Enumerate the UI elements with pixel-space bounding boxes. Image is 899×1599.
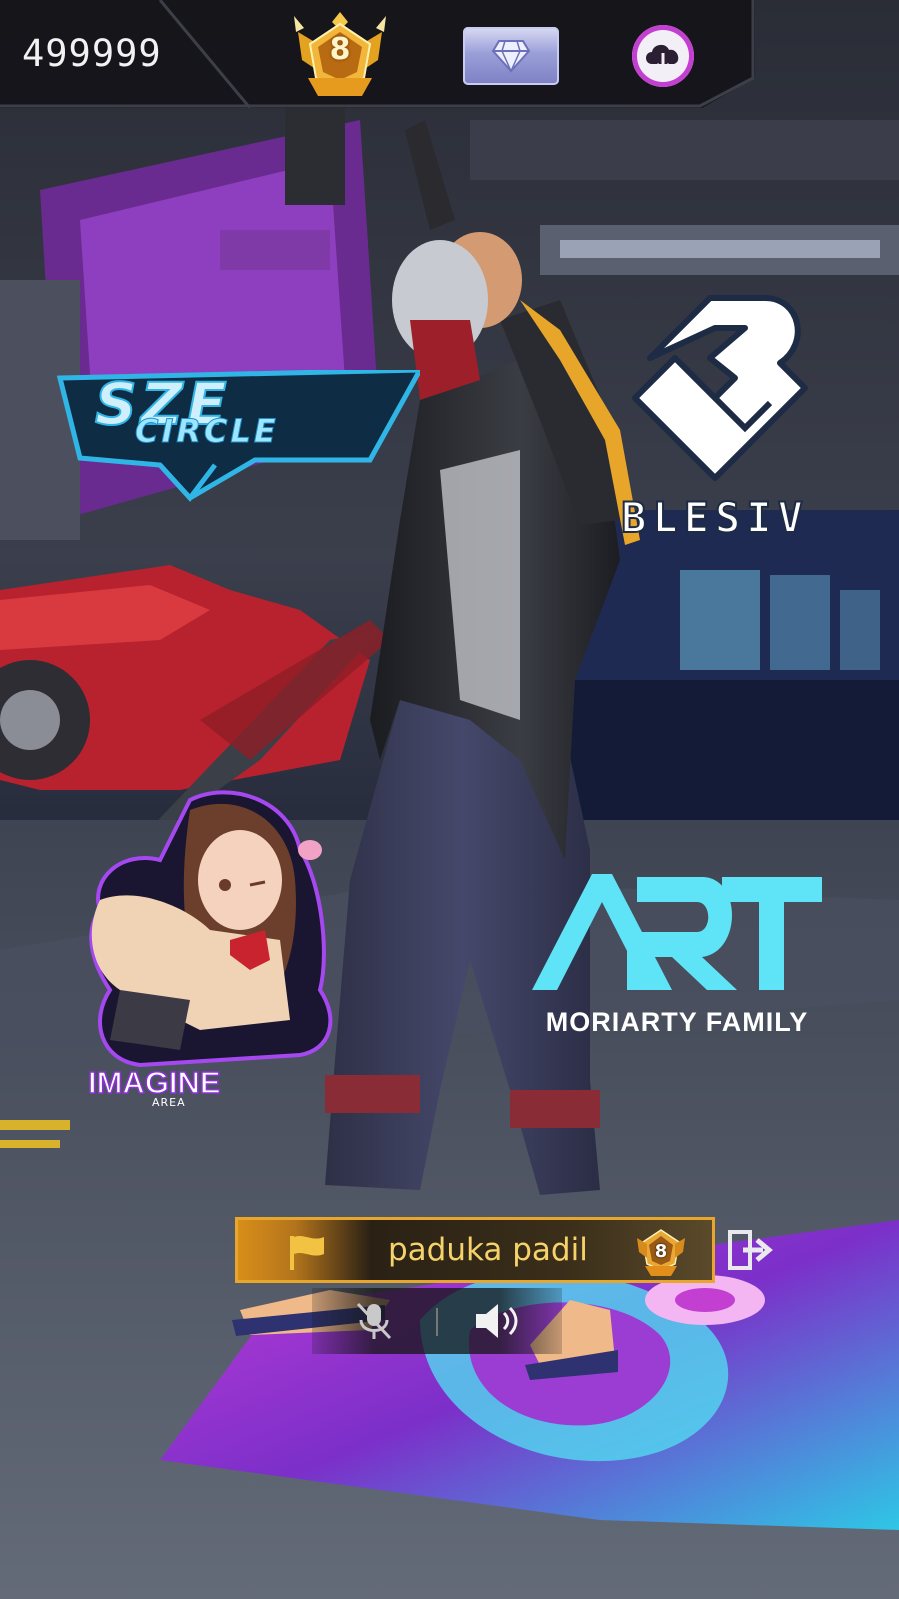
rank-badge[interactable]: 8: [290, 10, 390, 100]
cloud-download-icon: [646, 44, 679, 74]
flag-icon: [290, 1235, 324, 1270]
cloud-download-button[interactable]: [632, 25, 694, 87]
speaker-icon[interactable]: [474, 1300, 522, 1342]
art-emblem-icon: [532, 874, 822, 990]
imagine-subtitle-text: AREA: [152, 1096, 186, 1109]
diamond-shop-button[interactable]: [463, 27, 559, 85]
player-name-text: paduka padil: [388, 1232, 588, 1268]
art-moriarty-logo: MORIARTY FAMILY: [512, 872, 842, 1042]
rank-level-text: 8: [329, 32, 351, 67]
blesiv-emblem-icon: [632, 295, 808, 481]
blesiv-logo: BLESIV: [590, 288, 840, 558]
art-caption-text: MORIARTY FAMILY: [545, 1007, 809, 1037]
anime-girl-sticker-icon: [89, 790, 333, 1068]
player-rank-badge: 8: [633, 1224, 689, 1278]
exit-icon[interactable]: [727, 1228, 773, 1272]
diamond-icon: [491, 40, 531, 73]
player-nameplate[interactable]: paduka padil 8: [235, 1217, 715, 1283]
player-rank-level-text: 8: [654, 1241, 668, 1262]
sze-circle-logo: SZE CIRCLE: [40, 369, 420, 510]
mic-muted-icon[interactable]: [354, 1300, 394, 1342]
currency-amount: 499999: [22, 32, 162, 75]
sze-subtitle-text: CIRCLE: [135, 412, 279, 451]
imagine-area-logo: IMAGINE AREA: [80, 790, 340, 1120]
voice-controls: [312, 1288, 562, 1354]
voice-divider: [436, 1308, 438, 1336]
blesiv-text: BLESIV: [620, 492, 809, 543]
